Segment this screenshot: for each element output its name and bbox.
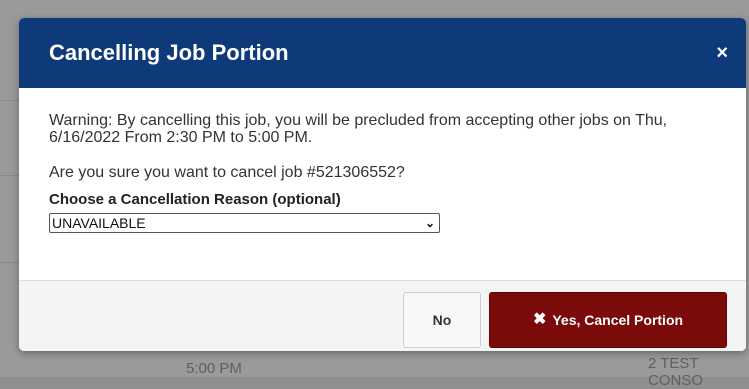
cancel-job-modal: Cancelling Job Portion × Warning: By can… bbox=[19, 18, 746, 351]
background-divider bbox=[0, 262, 19, 263]
cancellation-reason-select[interactable]: UNAVAILABLE ⌄ bbox=[49, 213, 440, 233]
close-icon: × bbox=[716, 42, 728, 64]
cancellation-reason-label: Choose a Cancellation Reason (optional) bbox=[49, 191, 341, 208]
modal-footer: No ✖ Yes, Cancel Portion bbox=[19, 280, 746, 351]
background-divider bbox=[0, 100, 19, 101]
close-button[interactable]: × bbox=[716, 43, 728, 63]
modal-header: Cancelling Job Portion × bbox=[19, 18, 746, 88]
background-right-text: 2 TEST CONSO bbox=[648, 355, 704, 389]
yes-cancel-portion-label: Yes, Cancel Portion bbox=[552, 312, 684, 328]
chevron-down-icon: ⌄ bbox=[424, 216, 435, 230]
background-time-text: 5:00 PM bbox=[186, 360, 242, 377]
cancellation-reason-value: UNAVAILABLE bbox=[52, 215, 146, 231]
no-button[interactable]: No bbox=[403, 292, 481, 348]
close-icon: ✖ bbox=[532, 311, 547, 328]
warning-text: Warning: By cancelling this job, you wil… bbox=[49, 112, 668, 146]
modal-body: Warning: By cancelling this job, you wil… bbox=[19, 88, 746, 233]
yes-cancel-portion-button[interactable]: ✖ Yes, Cancel Portion bbox=[489, 292, 727, 348]
confirm-question: Are you sure you want to cancel job #521… bbox=[49, 164, 405, 181]
modal-title: Cancelling Job Portion bbox=[49, 40, 289, 65]
background-divider bbox=[0, 175, 19, 176]
